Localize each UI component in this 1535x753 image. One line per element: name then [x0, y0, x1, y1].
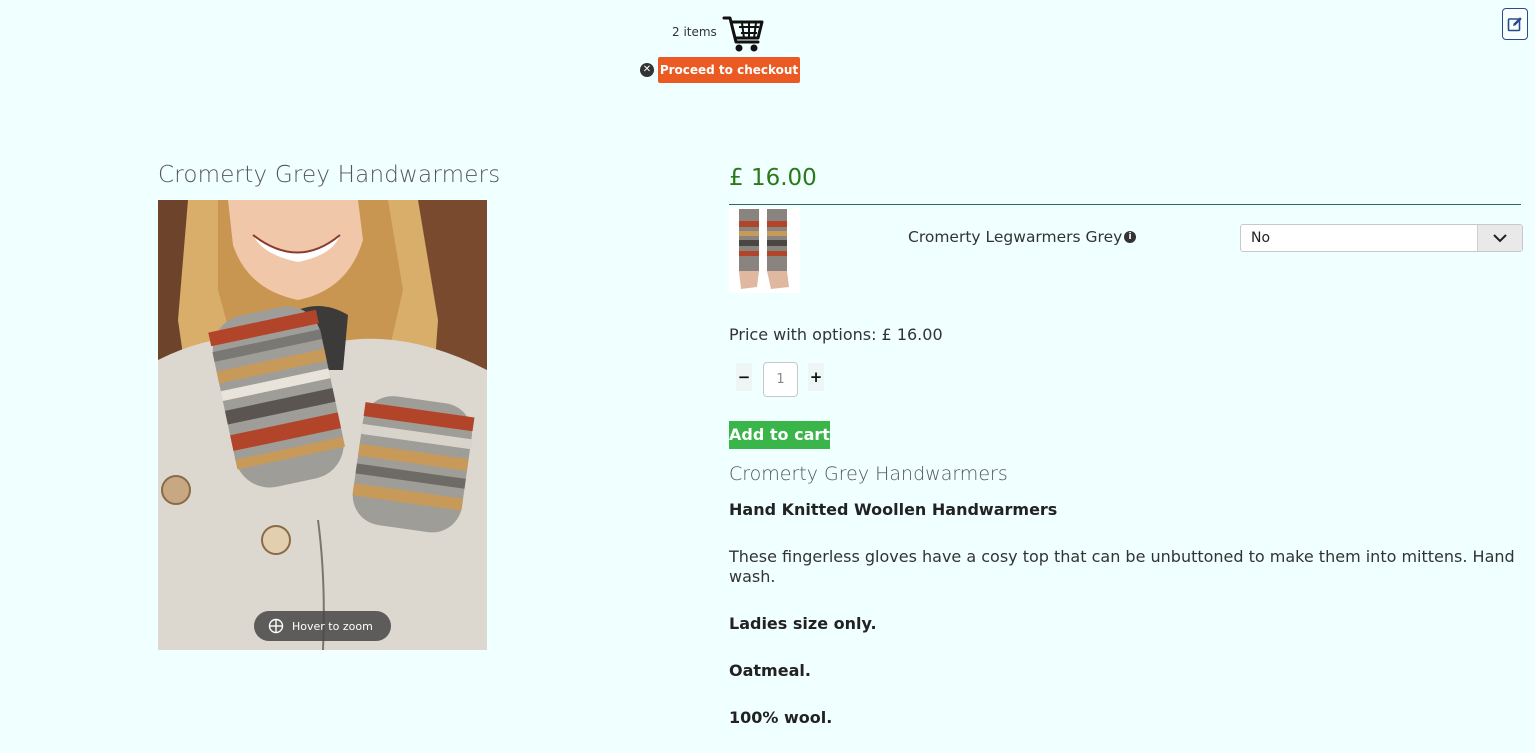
zoom-hint-label: Hover to zoom — [292, 619, 373, 633]
edit-button[interactable] — [1502, 8, 1528, 40]
close-circle-icon[interactable]: ✕ — [640, 63, 654, 77]
description-size: Ladies size only. — [729, 614, 877, 633]
option-name: Cromerty Legwarmers Grey — [908, 228, 1123, 246]
hover-to-zoom[interactable]: Hover to zoom — [254, 611, 391, 641]
zoom-icon — [268, 618, 284, 634]
proceed-to-checkout-button[interactable]: Proceed to checkout — [658, 57, 800, 83]
edit-icon — [1507, 17, 1522, 32]
product-image[interactable]: Hover to zoom — [158, 200, 487, 650]
price-with-options: Price with options: £ 16.00 — [729, 325, 943, 344]
option-select[interactable]: No — [1240, 224, 1523, 252]
description-body: These fingerless gloves have a cosy top … — [729, 547, 1515, 586]
description-material: 100% wool. — [729, 708, 833, 727]
price-divider — [729, 204, 1521, 205]
chevron-down-icon[interactable] — [1477, 225, 1522, 251]
quantity-increment-button[interactable]: + — [808, 363, 824, 391]
product-price: £ 16.00 — [729, 165, 817, 191]
description-subtitle: Hand Knitted Woollen Handwarmers — [729, 500, 1058, 519]
product-title: Cromerty Grey Handwarmers — [158, 162, 501, 188]
quantity-decrement-button[interactable]: − — [736, 363, 752, 391]
description-colour: Oatmeal. — [729, 661, 811, 680]
option-thumbnail[interactable] — [729, 207, 800, 293]
option-select-value: No — [1251, 230, 1271, 246]
info-icon[interactable]: i — [1124, 231, 1136, 243]
quantity-input[interactable]: 1 — [763, 362, 798, 397]
cart-icon[interactable] — [722, 14, 764, 54]
cart-item-count: 2 items — [672, 25, 717, 39]
add-to-cart-button[interactable]: Add to cart — [729, 421, 830, 449]
description-title: Cromerty Grey Handwarmers — [729, 463, 1008, 485]
